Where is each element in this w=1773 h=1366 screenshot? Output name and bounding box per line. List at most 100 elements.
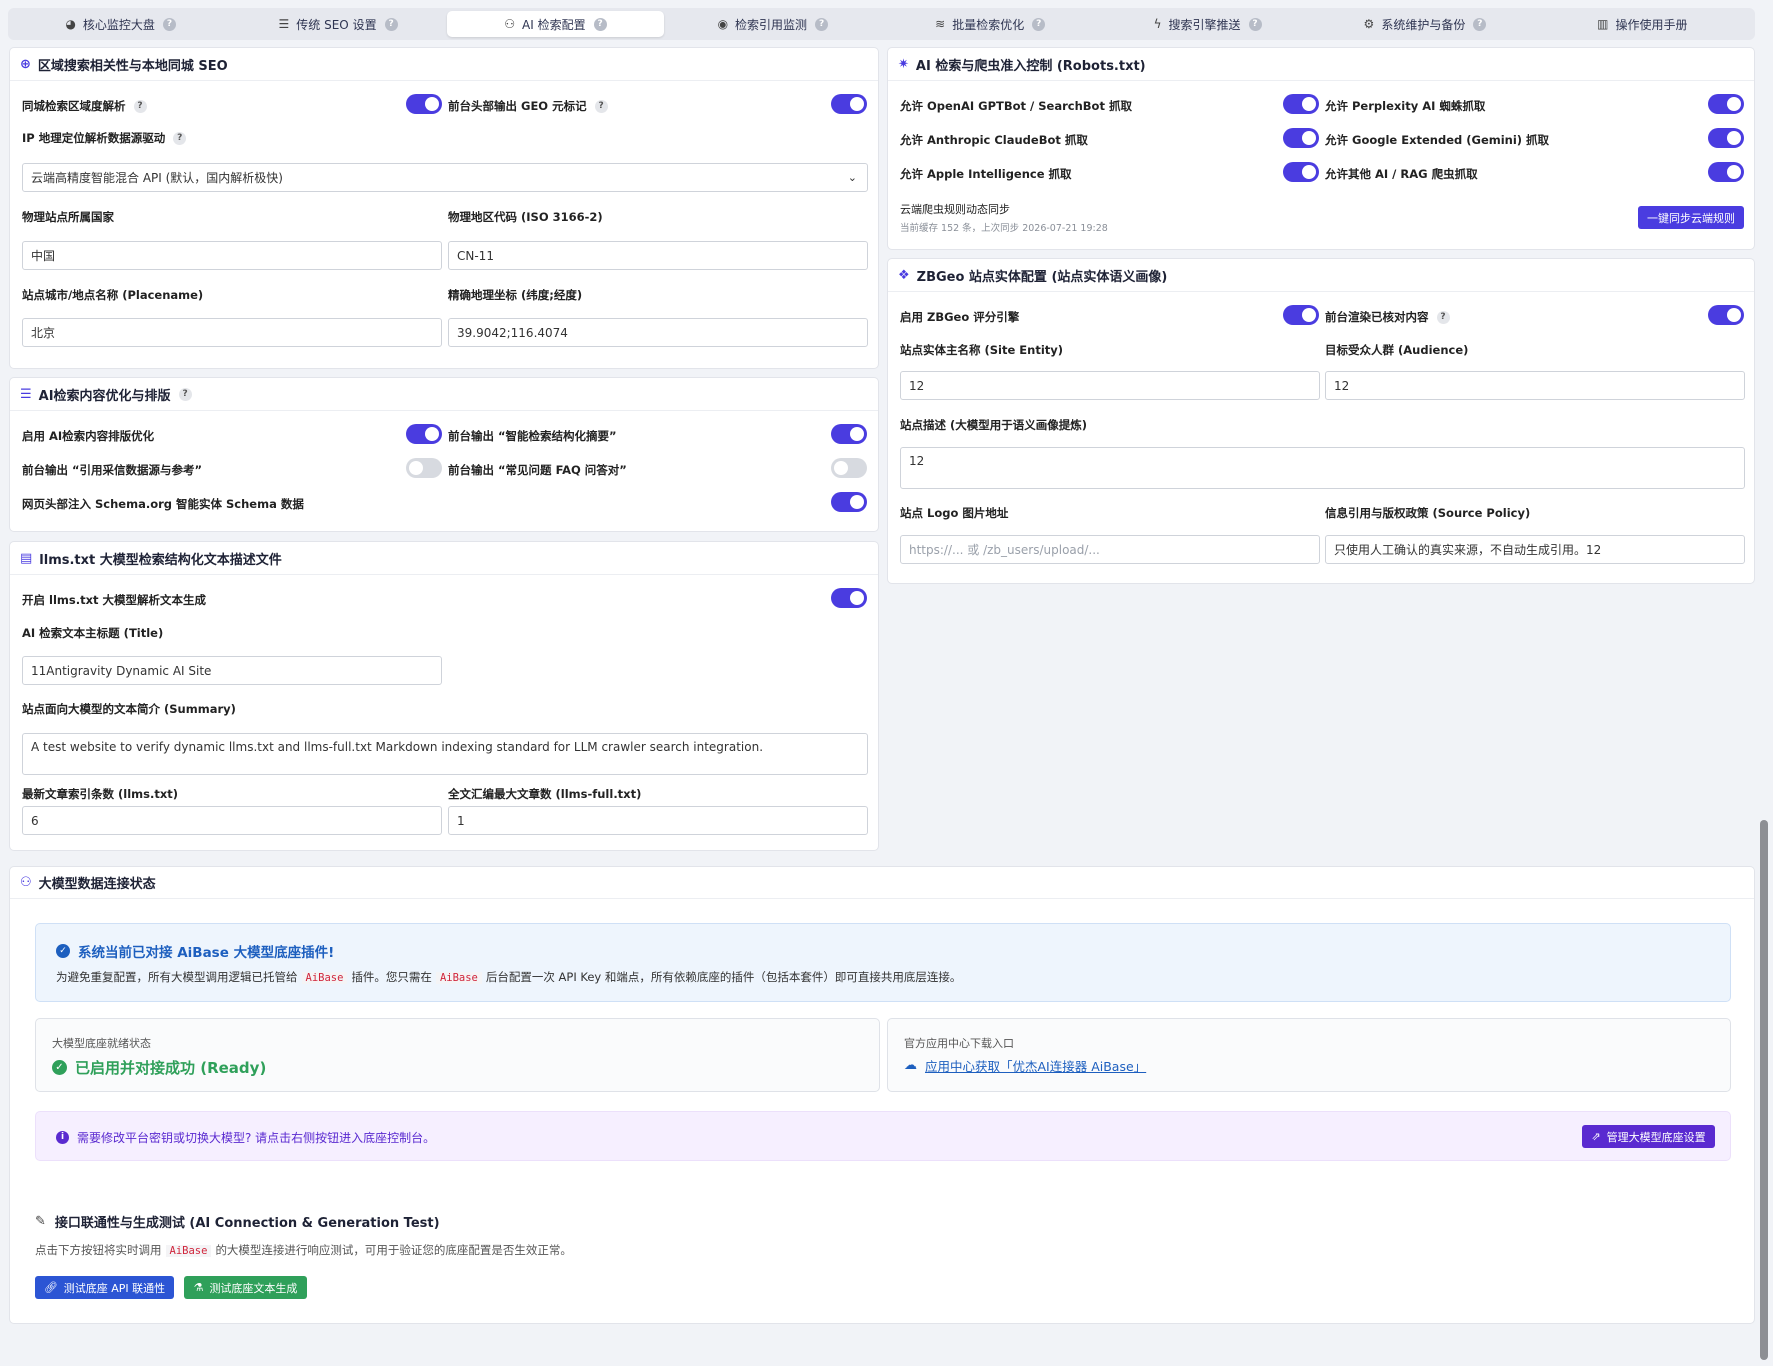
region-label: 物理地区代码 (ISO 3166-2)	[448, 210, 603, 224]
faq-output-label: 前台输出 “常见问题 FAQ 问答对”	[448, 463, 627, 477]
logo-url-input[interactable]: https://... 或 /zb_users/upload/...	[900, 535, 1320, 564]
tab-search-push[interactable]: ϟ 搜索引擎推送?	[1099, 11, 1316, 37]
chart-pie-icon: ◕	[65, 17, 76, 31]
citation-sources-toggle[interactable]	[406, 458, 442, 478]
region-input[interactable]: CN-11	[448, 241, 868, 270]
help-icon[interactable]: ?	[384, 17, 398, 31]
audience-input[interactable]: 12	[1325, 371, 1745, 400]
ip-driver-select[interactable]: 云端高精度智能混合 API (默认，国内解析极快) ⌄	[22, 163, 868, 192]
help-icon[interactable]: ?	[162, 17, 176, 31]
download-entry-box: 官方应用中心下载入口 ☁ 应用中心获取「优杰AI连接器 AiBase」	[887, 1018, 1731, 1092]
help-icon[interactable]: ?	[173, 131, 187, 145]
ai-config-page: ◕ 核心监控大盘? ☰ 传统 SEO 设置? ⚇ AI 检索配置? ◉ 检索引用监测? …	[0, 0, 1773, 1366]
robot-openai-toggle[interactable]	[1283, 94, 1319, 114]
llms-txt-card: ▤ llms.txt 大模型检索结构化文本描述文件 开启 llms.txt 大模型…	[9, 541, 879, 851]
robot-openai-label: 允许 OpenAI GPTBot / SearchBot 抓取	[900, 99, 1132, 113]
coords-input[interactable]: 39.9042;116.4074	[448, 318, 868, 347]
sitemap-icon: ⚇	[504, 17, 516, 31]
robot-perplexity-label: 允许 Perplexity AI 蜘蛛抓取	[1325, 99, 1486, 113]
test-title: 接口联通性与生成测试 (AI Connection & Generation T…	[54, 1216, 440, 1231]
llms-count-label: 最新文章索引条数 (llms.txt)	[22, 787, 179, 801]
help-icon[interactable]: ?	[593, 17, 607, 31]
ai-layout-toggle[interactable]	[406, 424, 442, 444]
help-icon[interactable]: ?	[1436, 310, 1450, 324]
notice-body: 为避免重复配置，所有大模型调用逻辑已托管给 AiBase 插件。您只需在 AiBase…	[56, 970, 962, 984]
help-icon[interactable]: ?	[133, 99, 147, 113]
chevron-down-icon: ⌄	[847, 171, 857, 184]
tab-dashboard[interactable]: ◕ 核心监控大盘?	[12, 11, 229, 37]
llms-full-input[interactable]: 1	[448, 806, 868, 835]
tab-manual[interactable]: ▥ 操作使用手册	[1534, 11, 1751, 37]
geo-seo-card: ⊕ 区域搜索相关性与本地同城 SEO 同城检索区域度解析? 前台头部输出 GEO …	[9, 47, 879, 369]
zbgeo-engine-toggle[interactable]	[1283, 305, 1319, 325]
site-entity-label: 站点实体主名称 (Site Entity)	[900, 343, 1064, 357]
hint-text: 需要修改平台密钥或切换大模型? 请点击右侧按钮进入底座控制台。	[77, 1131, 436, 1145]
notice-title: 系统当前已对接 AiBase 大模型底座插件!	[78, 945, 335, 961]
help-icon[interactable]: ?	[1473, 17, 1487, 31]
help-icon[interactable]: ?	[1248, 17, 1262, 31]
structured-summary-toggle[interactable]	[831, 424, 867, 444]
site-desc-textarea[interactable]: 12	[900, 447, 1745, 489]
layers-icon: ≋	[935, 17, 946, 31]
logo-url-label: 站点 Logo 图片地址	[900, 506, 1009, 520]
country-input[interactable]: 中国	[22, 241, 442, 270]
placename-input[interactable]: 北京	[22, 318, 442, 347]
help-icon[interactable]: ?	[1032, 17, 1046, 31]
card-header: ⚇ 大模型数据连接状态	[10, 867, 1754, 899]
robot-google-toggle[interactable]	[1708, 128, 1744, 148]
test-desc: 点击下方按钮将实时调用 AiBase 的大模型连接进行响应测试，可用于验证您的底座配…	[35, 1243, 572, 1257]
tab-ai-config[interactable]: ⚇ AI 检索配置?	[446, 11, 665, 37]
llms-summary-textarea[interactable]: A test website to verify dynamic llms.tx…	[22, 733, 868, 775]
top-tab-bar: ◕ 核心监控大盘? ☰ 传统 SEO 设置? ⚇ AI 检索配置? ◉ 检索引用监测? …	[8, 8, 1755, 40]
sync-cloud-rules-button[interactable]: 一键同步云端规则	[1638, 206, 1744, 229]
aibase-notice: ✓ 系统当前已对接 AiBase 大模型底座插件! 为避免重复配置，所有大模型调用…	[35, 923, 1731, 1002]
robot-other-toggle[interactable]	[1708, 162, 1744, 182]
tab-batch-optimize[interactable]: ≋ 批量检索优化?	[882, 11, 1099, 37]
tab-citation-monitor[interactable]: ◉ 检索引用监测?	[664, 11, 881, 37]
site-desc-label: 站点描述 (大模型用于语义画像提炼)	[900, 418, 1088, 432]
llms-summary-label: 站点面向大模型的文本简介 (Summary)	[22, 702, 236, 716]
robot-apple-toggle[interactable]	[1283, 162, 1319, 182]
help-icon[interactable]: ?	[815, 17, 829, 31]
coords-label: 精确地理坐标 (纬度;经度)	[448, 288, 583, 302]
geo-enable-label: 同城检索区域度解析	[22, 99, 126, 113]
zbgeo-render-toggle[interactable]	[1708, 305, 1744, 325]
robot-apple-label: 允许 Apple Intelligence 抓取	[900, 167, 1072, 181]
llms-title-input[interactable]: 11Antigravity Dynamic AI Site	[22, 656, 442, 685]
help-icon[interactable]: ?	[594, 99, 608, 113]
schema-inject-label: 网页头部注入 Schema.org 智能实体 Schema 数据	[22, 497, 304, 511]
info-icon: i	[56, 1131, 69, 1144]
bolt-icon: ϟ	[1153, 17, 1162, 31]
robot-other-label: 允许其他 AI / RAG 爬虫抓取	[1325, 167, 1478, 181]
file-icon: ▤	[20, 550, 33, 566]
ready-caption: 大模型底座就绪状态	[52, 1037, 151, 1050]
test-api-button[interactable]: 🔗︎ 测试底座 API 联通性	[35, 1276, 174, 1299]
geo-enable-toggle[interactable]	[406, 94, 442, 114]
sync-info: 当前缓存 152 条，上次同步 2026-07-21 19:28	[900, 223, 1108, 234]
ip-driver-label: IP 地理定位解析数据源驱动	[22, 131, 166, 145]
geo-meta-toggle[interactable]	[831, 94, 867, 114]
faq-output-toggle[interactable]	[831, 458, 867, 478]
manage-llm-base-button[interactable]: ⇗ 管理大模型底座设置	[1582, 1125, 1715, 1148]
citation-sources-label: 前台输出 “引用采信数据源与参考”	[22, 463, 203, 477]
download-link[interactable]: 应用中心获取「优杰AI连接器 AiBase」	[925, 1056, 1146, 1075]
robot-perplexity-toggle[interactable]	[1708, 94, 1744, 114]
source-policy-input[interactable]: 只使用人工确认的真实来源，不自动生成引用。12	[1325, 535, 1745, 564]
stack-icon: ☰	[20, 386, 32, 402]
schema-inject-toggle[interactable]	[831, 492, 867, 512]
page-scrollbar[interactable]	[1760, 820, 1768, 1360]
llms-count-input[interactable]: 6	[22, 806, 442, 835]
tab-seo-settings[interactable]: ☰ 传统 SEO 设置?	[229, 11, 446, 37]
ready-status-box: 大模型底座就绪状态 ✓ 已启用并对接成功 (Ready)	[35, 1018, 880, 1092]
site-entity-input[interactable]: 12	[900, 371, 1320, 400]
test-generate-button[interactable]: ⚗ 测试底座文本生成	[184, 1276, 307, 1299]
link-icon: 🔗︎	[43, 1281, 58, 1294]
check-circle-icon: ✓	[52, 1060, 67, 1075]
llms-enable-toggle[interactable]	[831, 588, 867, 608]
tab-maintenance[interactable]: ⚙ 系统维护与备份?	[1316, 11, 1533, 37]
card-header: ✷ AI 检索与爬虫准入控制 (Robots.txt)	[888, 48, 1754, 81]
help-icon[interactable]: ?	[178, 387, 192, 401]
audience-label: 目标受众人群 (Audience)	[1325, 343, 1469, 357]
card-header: ▤ llms.txt 大模型检索结构化文本描述文件	[10, 542, 878, 575]
robot-anthropic-toggle[interactable]	[1283, 128, 1319, 148]
